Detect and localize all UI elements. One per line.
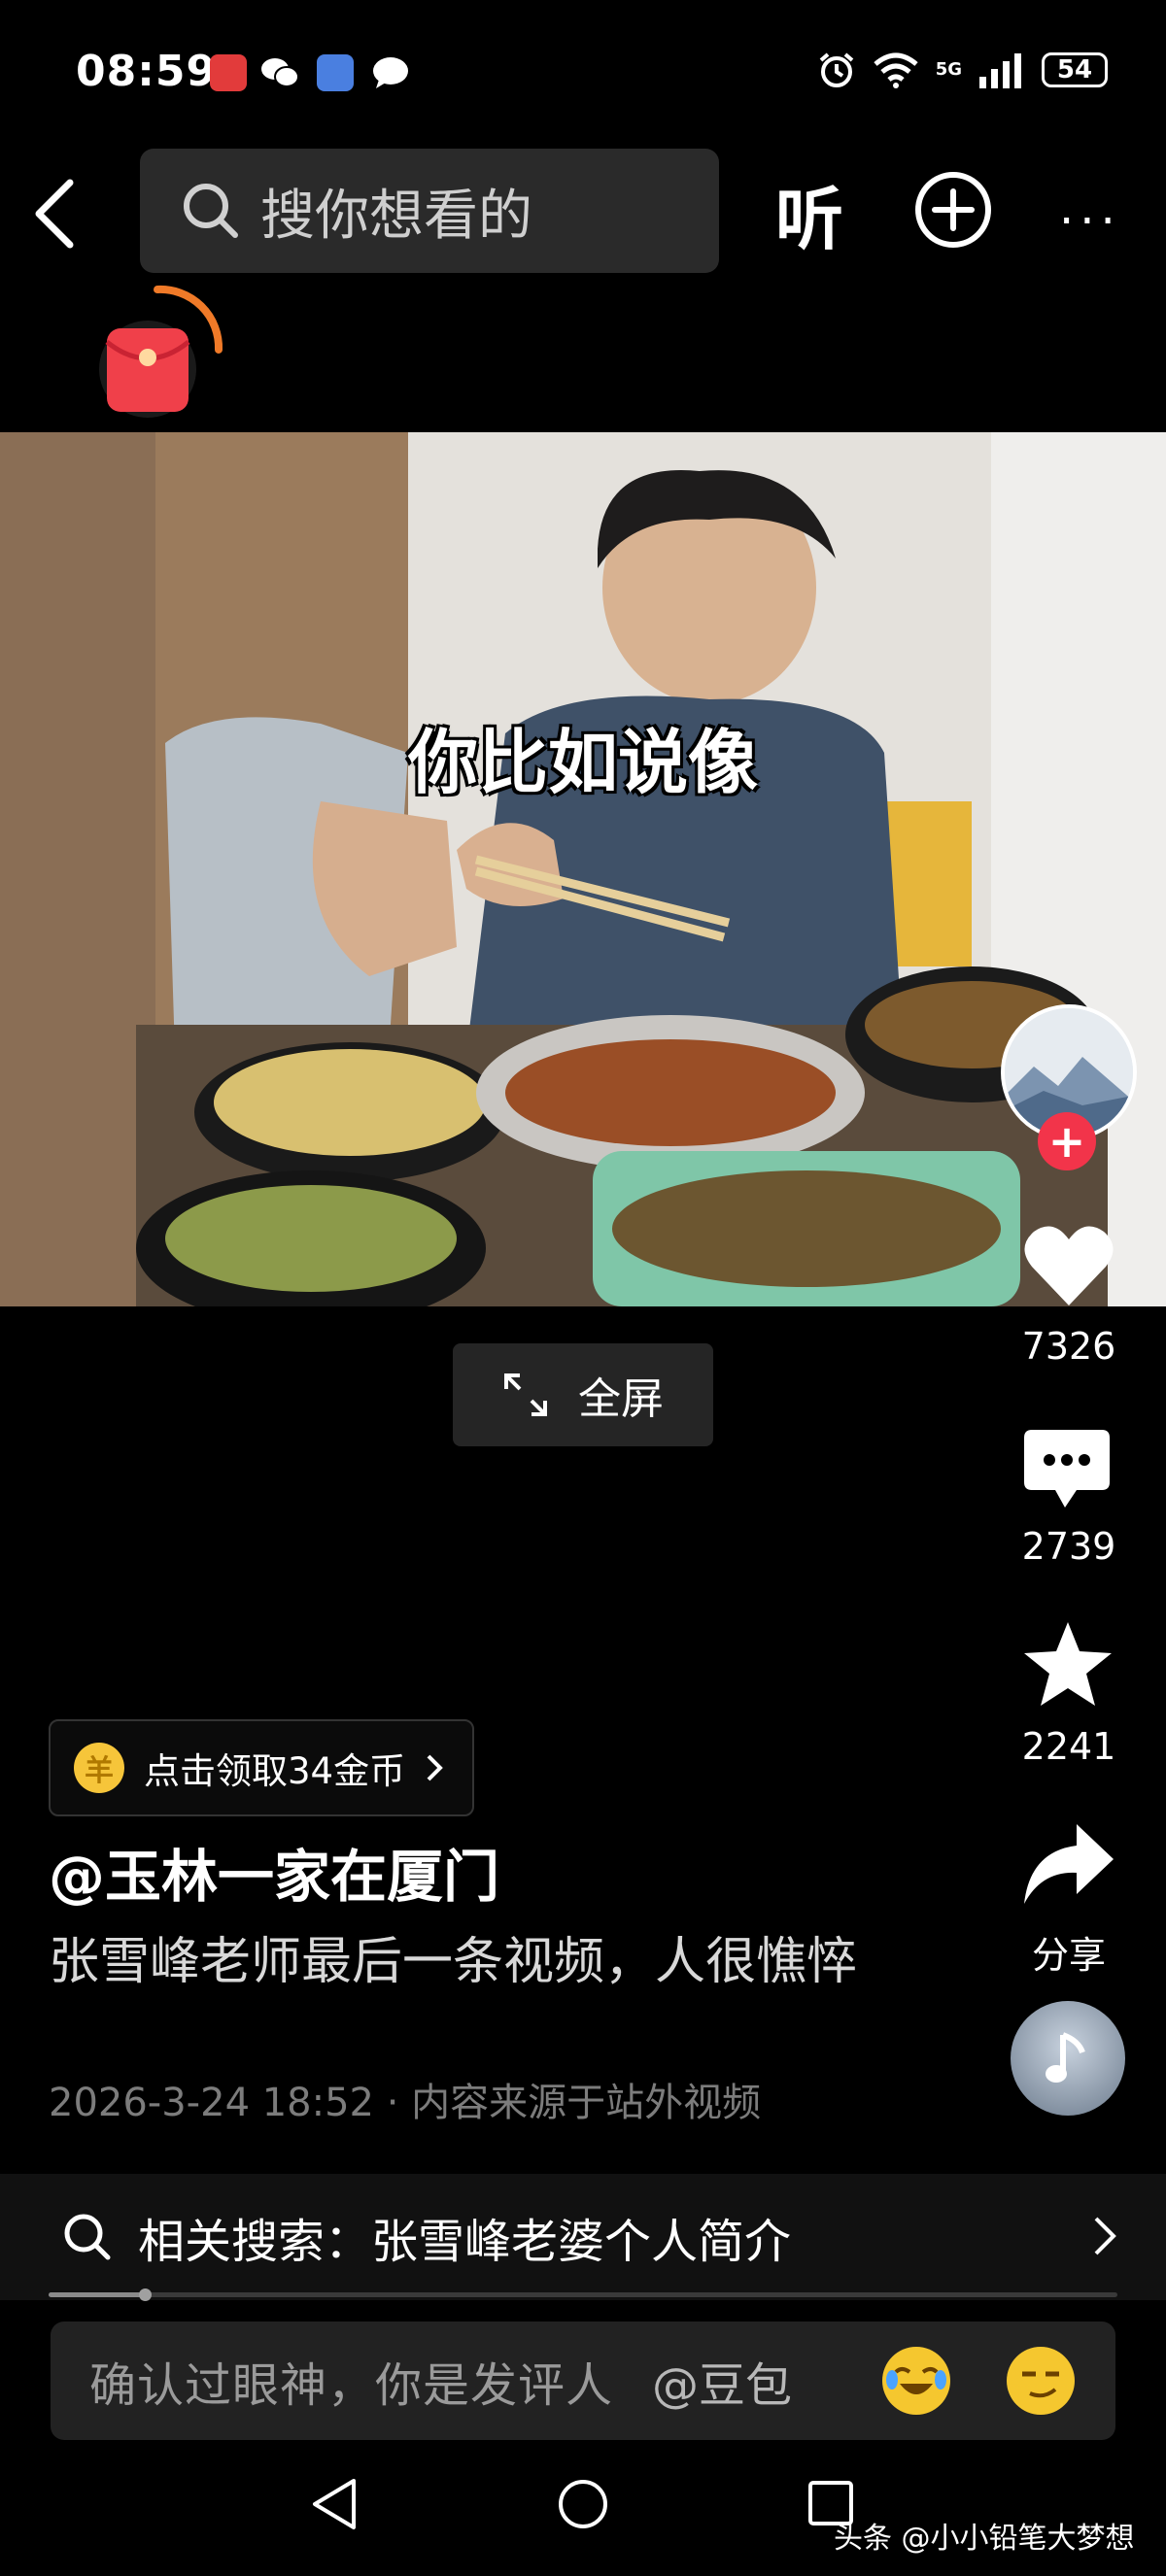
progress-fill: [49, 2292, 145, 2297]
claim-coins-button[interactable]: 羊 点击领取34金币: [49, 1719, 474, 1816]
comment-button[interactable]: [1022, 1428, 1112, 1513]
create-button[interactable]: [913, 170, 993, 250]
video-subtitle: 你比如说像: [407, 722, 758, 803]
nav-back-button[interactable]: [307, 2475, 361, 2533]
music-disc[interactable]: [1011, 2001, 1125, 2116]
share-icon: [1024, 1824, 1114, 1904]
listen-button[interactable]: 听: [775, 165, 843, 263]
favorite-button[interactable]: [1022, 1620, 1114, 1708]
search-input[interactable]: 搜你想看的: [140, 149, 719, 273]
music-note-icon: [1046, 2032, 1085, 2083]
alarm-icon: [819, 52, 853, 87]
more-button[interactable]: ···: [1059, 194, 1121, 249]
notification-app-icon-2: [317, 54, 354, 91]
fullscreen-label: 全屏: [578, 1374, 664, 1424]
wechat-icon: [260, 54, 299, 91]
heart-icon: [1024, 1226, 1114, 1305]
author-name[interactable]: @玉林一家在厦门: [49, 1831, 499, 1913]
video-caption: 张雪峰老师最后一条视频，人很憔悴: [49, 1933, 858, 1991]
video-frame: [0, 432, 1166, 1306]
claim-coins-label: 点击领取34金币: [144, 1750, 406, 1792]
like-count: 7326: [1021, 1325, 1116, 1368]
search-placeholder: 搜你想看的: [260, 184, 532, 248]
plus-circle-icon: [915, 172, 991, 248]
comment-count: 2739: [1021, 1525, 1116, 1568]
watermark: 头条 @小小铅笔大梦想: [834, 2522, 1135, 2556]
comment-icon: [1024, 1430, 1110, 1508]
nav-home-icon: [559, 2480, 607, 2528]
back-icon: [35, 179, 74, 249]
coin-icon: 羊: [74, 1743, 124, 1793]
smirk-emoji-icon[interactable]: [1007, 2347, 1075, 2415]
message-icon: [371, 54, 408, 91]
search-icon: [64, 2214, 111, 2260]
status-icons: 5G 54: [817, 51, 1108, 89]
nav-home-button[interactable]: [556, 2475, 610, 2533]
comment-input[interactable]: 确认过眼神，你是发评人 @豆包: [51, 2322, 1115, 2440]
follow-button[interactable]: +: [1038, 1112, 1096, 1170]
expand-icon: [504, 1373, 547, 1416]
wifi-icon: [874, 52, 918, 88]
nav-back-icon: [313, 2479, 356, 2529]
signal-icon: [979, 53, 1021, 88]
share-button[interactable]: [1022, 1822, 1115, 1906]
back-button[interactable]: [31, 175, 89, 253]
video-progress-bar[interactable]: [49, 2288, 1117, 2301]
notification-app-icon-1: [210, 54, 247, 91]
comment-placeholder: 确认过眼神，你是发评人: [89, 2358, 614, 2413]
laughing-emoji-icon[interactable]: [882, 2347, 950, 2415]
related-search-bar[interactable]: 相关搜索：张雪峰老婆个人简介: [0, 2174, 1166, 2300]
share-label: 分享: [1031, 1934, 1106, 1977]
like-button[interactable]: [1022, 1222, 1115, 1309]
star-icon: [1024, 1622, 1112, 1706]
redpacket-icon: [99, 285, 223, 418]
comment-mention[interactable]: @豆包: [652, 2347, 792, 2415]
fullscreen-button[interactable]: 全屏: [453, 1343, 713, 1446]
chevron-right-icon: [427, 1754, 443, 1781]
related-search-text: 相关搜索：张雪峰老婆个人简介: [138, 2215, 792, 2269]
redpacket-button[interactable]: [89, 282, 235, 427]
video-player[interactable]: 你比如说像: [0, 432, 1166, 1306]
battery-indicator: 54: [1042, 52, 1108, 87]
chevron-right-icon: [1094, 2217, 1116, 2255]
search-icon: [184, 184, 238, 238]
status-time: 08:59: [76, 47, 218, 96]
progress-handle[interactable]: [139, 2288, 152, 2301]
network-label: 5G: [935, 59, 962, 80]
favorite-count: 2241: [1021, 1725, 1116, 1768]
video-meta: 2026-3-24 18:52 · 内容来源于站外视频: [49, 2081, 762, 2125]
